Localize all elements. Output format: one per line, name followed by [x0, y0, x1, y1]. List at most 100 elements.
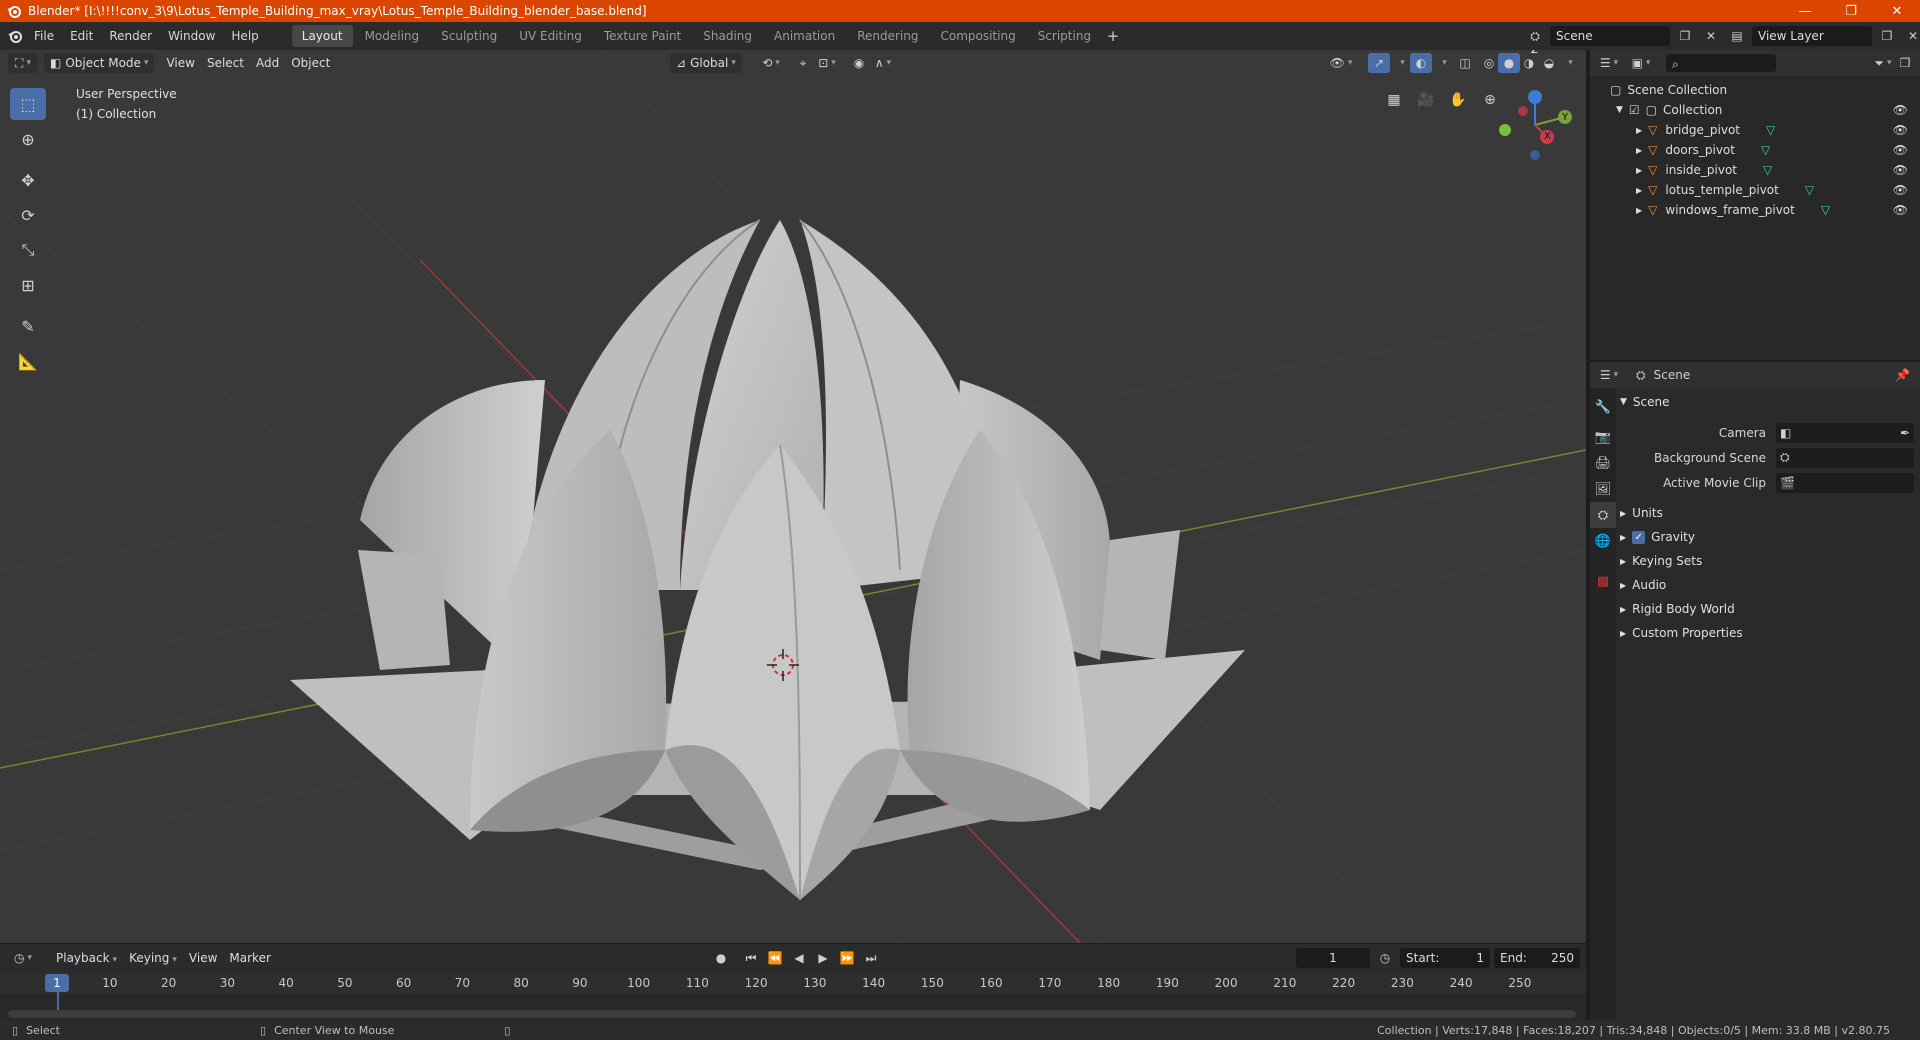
proportional-edit-icon[interactable]: ◉ — [848, 53, 870, 73]
expand-arrow-icon[interactable]: ▶ — [1636, 206, 1642, 215]
play-reverse-icon[interactable]: ◀ — [788, 948, 810, 968]
scale-tool-icon[interactable]: ⤡ — [10, 234, 46, 266]
eye-icon[interactable]: 👁 — [1893, 123, 1908, 137]
keying-menu[interactable]: Keying ▾ — [123, 948, 183, 968]
current-frame-field[interactable]: 1 — [1296, 948, 1370, 968]
overlays-icon[interactable]: ◐ — [1410, 53, 1432, 73]
properties-editor-type-icon[interactable]: ☰ ▾ — [1598, 365, 1620, 385]
tab-rendering[interactable]: Rendering — [847, 25, 928, 47]
pin-icon[interactable]: 📌 — [1895, 368, 1910, 382]
add-workspace-icon[interactable]: + — [1102, 26, 1124, 46]
menu-object[interactable]: Object — [285, 53, 336, 73]
timeline-area[interactable]: 1 10 20 30 40 50 60 70 80 90 100 110 120 130 140 150 160… — [0, 972, 1586, 1022]
record-icon[interactable]: ● — [710, 948, 732, 968]
tab-compositing[interactable]: Compositing — [930, 25, 1025, 47]
eyedropper-icon[interactable]: ✒ — [1900, 426, 1910, 440]
outliner-editor-type-icon[interactable]: ☰ ▾ — [1598, 53, 1620, 73]
jump-keyframe-back-icon[interactable]: ⏪ — [764, 948, 786, 968]
view-layer-field[interactable]: View Layer — [1752, 26, 1872, 46]
eye-icon[interactable]: 👁 — [1893, 103, 1908, 117]
measure-tool-icon[interactable]: 📐 — [10, 345, 46, 377]
eye-icon[interactable]: 👁 — [1893, 143, 1908, 157]
menu-window[interactable]: Window — [160, 25, 223, 47]
filter-icon[interactable]: ⏷ ▾ — [1872, 53, 1894, 73]
texture-tab-icon[interactable]: ▩ — [1590, 568, 1616, 594]
tab-scripting[interactable]: Scripting — [1028, 25, 1101, 47]
play-icon[interactable]: ▶ — [812, 948, 834, 968]
new-collection-icon[interactable]: ❐ — [1894, 53, 1916, 73]
tab-layout[interactable]: Layout — [291, 25, 353, 47]
gizmo-x-label[interactable]: X — [1544, 131, 1551, 142]
outliner-item[interactable]: ▶ ▽ lotus_temple_pivot ▽ 👁 — [1590, 180, 1920, 200]
outliner-item[interactable]: ▶ ▽ windows_frame_pivot ▽ 👁 — [1590, 200, 1920, 220]
preview-range-icon[interactable]: ◷ — [1374, 948, 1396, 968]
delete-scene-icon[interactable]: ✕ — [1700, 26, 1722, 46]
expand-arrow-icon[interactable]: ▼ — [1616, 105, 1623, 115]
cursor-tool-icon[interactable]: ⊕ — [10, 123, 46, 155]
gravity-checkbox[interactable]: ✓ — [1632, 530, 1646, 544]
object-mode-dropdown[interactable]: ◧ Object Mode ▾ — [44, 53, 155, 73]
expand-arrow-icon[interactable]: ▶ — [1636, 146, 1642, 155]
outliner-item[interactable]: ▶ ▽ bridge_pivot ▽ 👁 — [1590, 120, 1920, 140]
outliner-item[interactable]: ▶ ▽ inside_pivot ▽ 👁 — [1590, 160, 1920, 180]
start-frame-field[interactable]: Start: 1 — [1400, 948, 1490, 968]
expand-arrow-icon[interactable]: ▶ — [1636, 166, 1642, 175]
tab-texture-paint[interactable]: Texture Paint — [594, 25, 691, 47]
transform-tool-icon[interactable]: ⊞ — [10, 269, 46, 301]
tab-modeling[interactable]: Modeling — [355, 25, 430, 47]
timeline-editor-type-icon[interactable]: ◷ ▾ — [8, 948, 38, 968]
scene-selector-icon[interactable]: ⛭ — [1524, 26, 1546, 46]
shading-options-icon[interactable]: ▾ — [1558, 53, 1580, 73]
expand-arrow-icon[interactable]: ▶ — [1636, 126, 1642, 135]
delete-view-layer-icon[interactable]: ✕ — [1902, 26, 1920, 46]
rendered-shading-icon[interactable]: ◒ — [1538, 53, 1560, 73]
zoom-icon[interactable]: ⊕ — [1476, 86, 1504, 114]
timeline-scrollbar[interactable] — [8, 1010, 1576, 1018]
visibility-icon[interactable]: 👁 ▾ — [1330, 53, 1353, 73]
proportional-falloff-icon[interactable]: ∧ ▾ — [872, 53, 894, 73]
expand-arrow-icon[interactable]: ▶ — [1636, 186, 1642, 195]
xray-icon[interactable]: ◫ — [1454, 53, 1476, 73]
custom-properties-panel-header[interactable]: ▶ Custom Properties — [1620, 621, 1920, 645]
gizmo-y-label[interactable]: Y — [1562, 112, 1568, 123]
new-view-layer-icon[interactable]: ❐ — [1876, 26, 1898, 46]
marker-menu[interactable]: Marker — [223, 948, 276, 968]
rotate-tool-icon[interactable]: ⟳ — [10, 199, 46, 231]
tab-uv-editing[interactable]: UV Editing — [509, 25, 592, 47]
scene-panel-header[interactable]: ▼ Scene — [1620, 390, 1920, 414]
camera-field[interactable]: ◧ ✒ — [1776, 422, 1914, 443]
close-button[interactable]: ✕ — [1874, 0, 1920, 22]
jump-end-icon[interactable]: ⏭ — [860, 948, 882, 968]
solid-shading-icon[interactable]: ● — [1498, 53, 1520, 73]
outliner-search-input[interactable]: ⌕ — [1666, 54, 1776, 72]
tab-shading[interactable]: Shading — [693, 25, 762, 47]
minimize-button[interactable]: — — [1782, 0, 1828, 22]
keying-sets-panel-header[interactable]: ▶ Keying Sets — [1620, 549, 1920, 573]
units-panel-header[interactable]: ▶ Units — [1620, 501, 1920, 525]
view-layer-tab-icon[interactable]: 🖼 — [1590, 476, 1616, 502]
blender-menu-icon[interactable] — [4, 26, 26, 46]
menu-help[interactable]: Help — [223, 25, 266, 47]
background-scene-field[interactable]: ⛭ — [1776, 447, 1914, 468]
outliner-scene-collection[interactable]: ▢ Scene Collection — [1590, 80, 1920, 100]
gizmos-dropdown-icon[interactable]: ▾ — [1390, 53, 1412, 73]
checkbox-icon[interactable]: ☑ — [1629, 103, 1640, 117]
eye-icon[interactable]: 👁 — [1893, 163, 1908, 177]
menu-select[interactable]: Select — [201, 53, 250, 73]
gravity-panel-header[interactable]: ▶ ✓ Gravity — [1620, 525, 1920, 549]
tool-tab-icon[interactable]: 🔧 — [1590, 394, 1616, 420]
camera-view-icon[interactable]: 🎥 — [1412, 86, 1440, 114]
eye-icon[interactable]: 👁 — [1893, 203, 1908, 217]
toggle-grid-icon[interactable]: ▦ — [1380, 86, 1408, 114]
editor-type-icon[interactable]: ⛶ ▾ — [8, 53, 38, 73]
audio-panel-header[interactable]: ▶ Audio — [1620, 573, 1920, 597]
outliner-collection[interactable]: ▼ ☑ ▢ Collection 👁 — [1590, 100, 1920, 120]
pan-hand-icon[interactable]: ✋ — [1444, 86, 1472, 114]
eye-icon[interactable]: 👁 — [1893, 183, 1908, 197]
material-shading-icon[interactable]: ◑ — [1518, 53, 1540, 73]
scene-tab-icon[interactable]: ⛭ — [1590, 502, 1616, 528]
select-box-tool-icon[interactable]: ⬚ — [10, 88, 46, 120]
jump-keyframe-forward-icon[interactable]: ⏩ — [836, 948, 858, 968]
annotate-tool-icon[interactable]: ✎ — [10, 310, 46, 342]
move-tool-icon[interactable]: ✥ — [10, 164, 46, 196]
